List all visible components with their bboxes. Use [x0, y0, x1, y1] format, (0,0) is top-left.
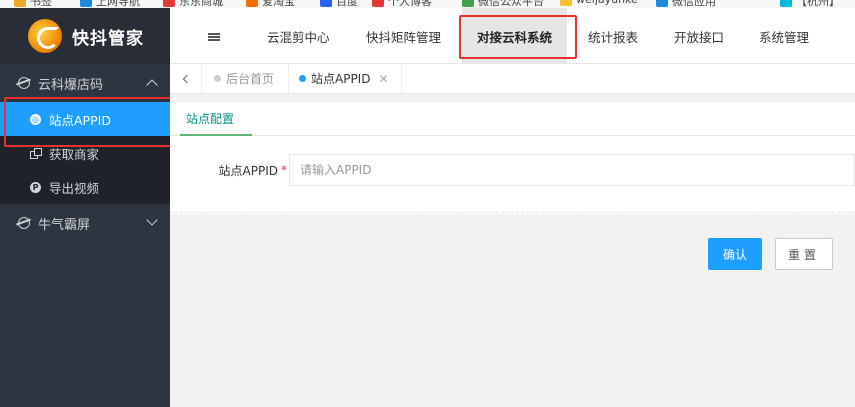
copy-icon: [30, 147, 42, 159]
site-icon: [80, 0, 92, 7]
star-icon: [14, 0, 26, 7]
site-icon: [462, 0, 474, 7]
divider: [170, 212, 855, 213]
p-circle-icon: P: [30, 181, 41, 193]
nav-item-open-api[interactable]: 开放接口: [674, 8, 724, 64]
tab-label: 站点APPID: [311, 72, 371, 86]
site-icon: [372, 0, 384, 7]
bookmark-item[interactable]: 微信公众平台: [462, 0, 544, 8]
bookmark-item[interactable]: 爱淘宝: [246, 0, 295, 8]
bookmark-item[interactable]: 个人博客: [372, 0, 432, 8]
site-icon: [246, 0, 258, 7]
bookmark-item[interactable]: 上网导航: [80, 0, 140, 8]
required-mark: *: [281, 163, 287, 177]
chevron-down-icon: [146, 214, 158, 226]
sidebar-item-export-video[interactable]: P 导出视频: [0, 170, 170, 204]
config-card: 站点配置 站点APPID *: [170, 102, 855, 214]
form-row-appid: 站点APPID *: [170, 154, 855, 186]
nav-item-mix-center[interactable]: 云混剪中心: [267, 8, 330, 64]
sidebar: 快抖管家 云科爆店码 ◎ 站点APPID 获取商家 P 导出视频 牛气霸屏: [0, 8, 170, 407]
sidebar-item-get-merchants[interactable]: 获取商家: [0, 136, 170, 170]
bookmark-item[interactable]: 微信应用: [656, 0, 716, 8]
tab-label: 后台首页: [226, 72, 275, 86]
top-header: 云混剪中心 快抖矩阵管理 对接云科系统 统计报表 开放接口 系统管理: [170, 8, 855, 64]
main-content: 站点配置 站点APPID* 确认 重置: [170, 94, 855, 407]
bookmarks-bar: 书签 上网导航 东东商城 爱淘宝 百度 个人博客 微信公众平台 weijayun…: [0, 0, 855, 8]
subtab-site-config[interactable]: 站点配置: [180, 102, 252, 136]
bookmark-item[interactable]: 百度: [320, 0, 358, 8]
tabs-back-button[interactable]: [170, 64, 202, 93]
sidebar-submenu: ◎ 站点APPID 获取商家 P 导出视频: [0, 102, 170, 204]
sidebar-item-label: 站点APPID: [49, 112, 111, 128]
nav-item-reports[interactable]: 统计报表: [588, 8, 638, 64]
nav-item-yunke-system[interactable]: 对接云科系统: [462, 8, 568, 64]
sidebar-item-label: 获取商家: [49, 146, 100, 162]
page-tabs: 后台首页 站点APPID ✕: [170, 64, 855, 94]
chrome-icon: ◎: [30, 113, 41, 125]
nav-item-system[interactable]: 系统管理: [759, 8, 809, 64]
sidebar-group-yunke[interactable]: 云科爆店码: [0, 64, 170, 102]
confirm-button[interactable]: 确认: [708, 238, 762, 270]
globe-icon: [18, 77, 30, 89]
bookmark-item[interactable]: weijayunke: [560, 0, 638, 6]
appid-label: 站点APPID *: [218, 163, 287, 178]
logo-text: 快抖管家: [72, 28, 144, 49]
sidebar-group-label: 牛气霸屏: [38, 217, 91, 233]
sidebar-group-niuqi[interactable]: 牛气霸屏: [0, 204, 170, 242]
tab-dot-icon: [214, 75, 221, 82]
tab-home[interactable]: 后台首页: [202, 64, 290, 93]
site-icon: [320, 0, 332, 7]
chevron-up-icon: [146, 79, 158, 91]
site-icon: [780, 0, 792, 7]
tab-site-appid[interactable]: 站点APPID ✕: [287, 64, 402, 93]
tab-dot-icon: [299, 75, 306, 82]
logo[interactable]: 快抖管家: [0, 8, 170, 64]
sidebar-item-label: 导出视频: [49, 180, 100, 196]
bookmark-item[interactable]: 东东商城: [163, 0, 223, 8]
logo-icon: [28, 19, 62, 53]
nav-item-matrix[interactable]: 快抖矩阵管理: [366, 8, 441, 64]
sidebar-item-site-appid[interactable]: ◎ 站点APPID: [0, 102, 170, 136]
reset-button[interactable]: 重置: [775, 238, 833, 270]
sidebar-group-label: 云科爆店码: [38, 77, 104, 93]
globe-icon: [18, 217, 30, 229]
site-icon: [656, 0, 668, 7]
close-icon[interactable]: ✕: [378, 72, 388, 86]
menu-toggle-icon[interactable]: [208, 33, 220, 41]
site-icon: [560, 0, 572, 6]
bookmark-item[interactable]: 【杭州】: [780, 0, 840, 8]
appid-input[interactable]: [289, 154, 855, 186]
subtab-bar: 站点配置: [170, 102, 855, 136]
site-icon: [163, 0, 175, 7]
chevron-left-icon: [182, 74, 192, 83]
bookmark-item[interactable]: 书签: [14, 0, 52, 8]
